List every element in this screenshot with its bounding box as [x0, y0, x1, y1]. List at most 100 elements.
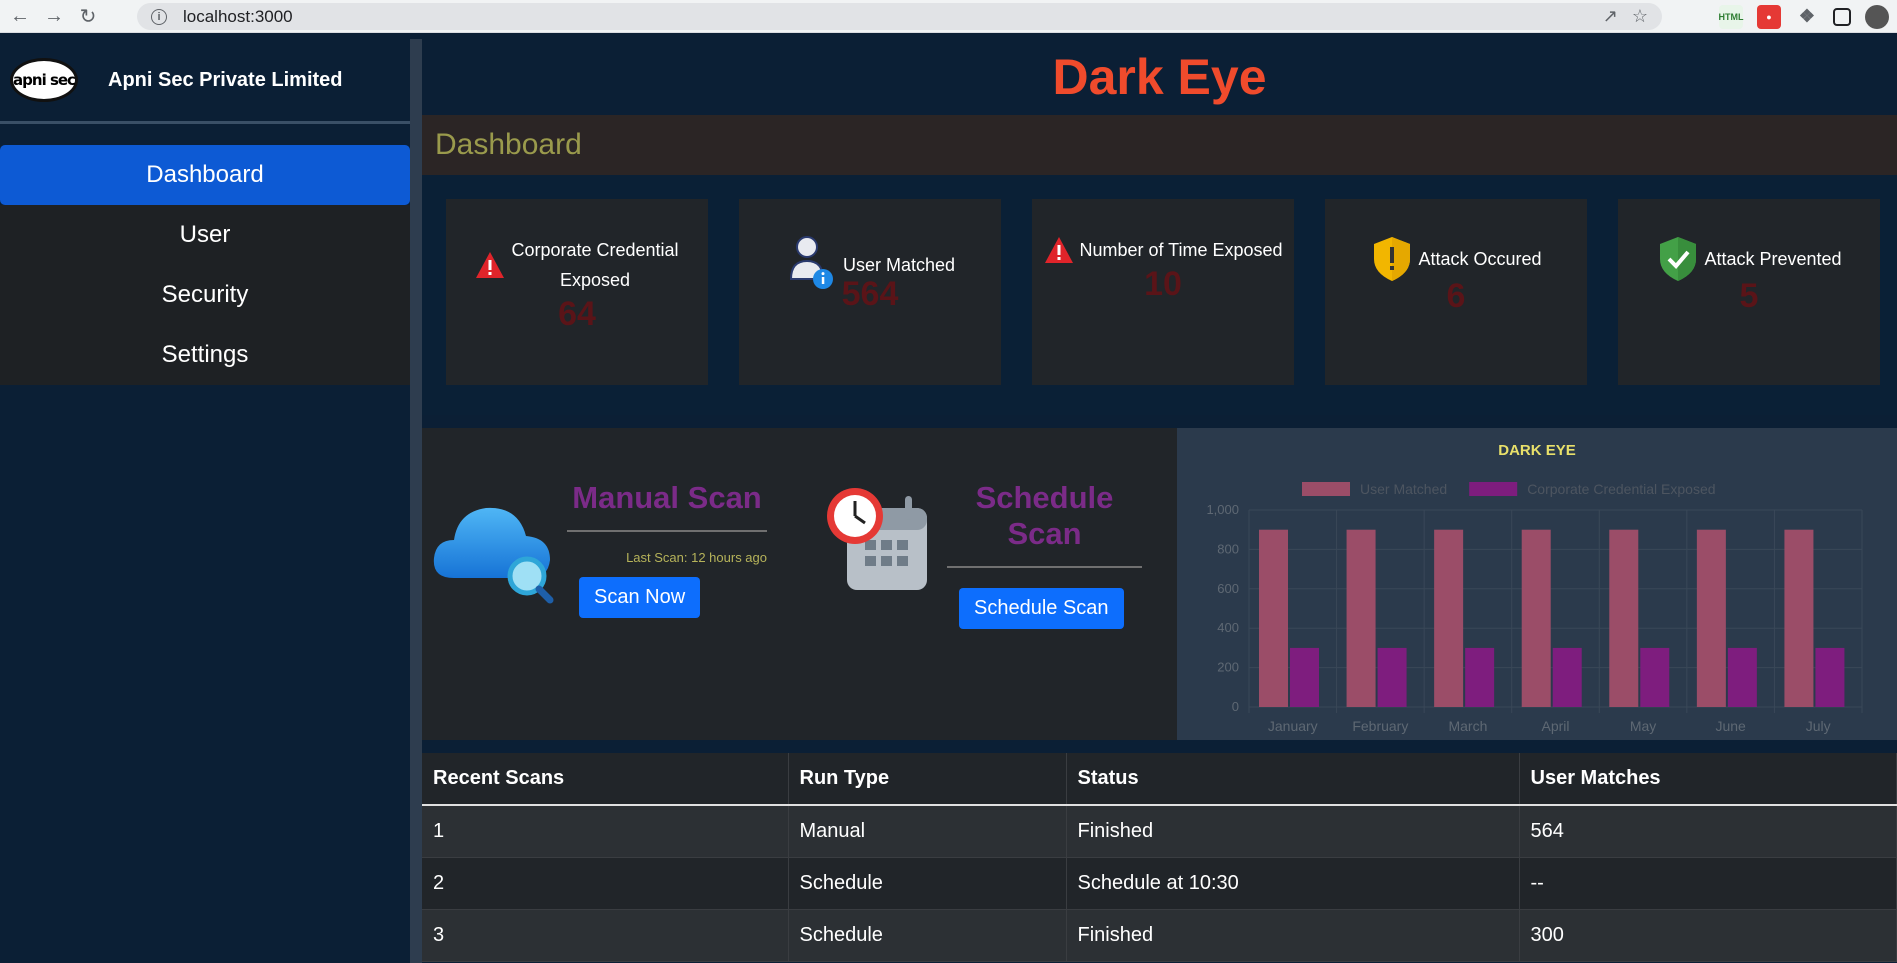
bar: [1727, 647, 1757, 707]
cell-scan-id: 2: [422, 857, 789, 910]
cell-status: Finished: [1066, 805, 1520, 858]
card-user-matched: User Matched 564: [739, 199, 1001, 385]
col-header-status: Status: [1066, 753, 1520, 806]
y-tick-label: 800: [1217, 541, 1239, 556]
address-url: localhost:3000: [183, 6, 293, 26]
shield-check-icon: [1660, 237, 1697, 281]
scan-now-button[interactable]: Scan Now: [579, 577, 701, 618]
recent-scans-table: Recent Scans Run Type Status User Matche…: [422, 753, 1897, 962]
chart-title: DARK EYE: [1498, 442, 1576, 459]
card-value: 64: [558, 295, 596, 333]
cell-scan-id: 3: [422, 909, 789, 962]
manual-scan-block: Manual Scan Last Scan: 12 hours ago Scan…: [567, 480, 767, 618]
bar: [1640, 647, 1670, 707]
last-scan-text: Last Scan: 12 hours ago: [626, 550, 767, 565]
x-tick-label: January: [1268, 718, 1318, 734]
stats-cards: Corporate Credential Exposed 64 User Mat…: [422, 175, 1897, 415]
bar: [1784, 529, 1814, 707]
sidebar-divider: [410, 39, 422, 963]
card-label: Attack Prevented: [1704, 249, 1842, 269]
cell-run-type: Schedule: [788, 909, 1067, 962]
html-extension-icon[interactable]: HTML: [1719, 4, 1744, 29]
cloud-search-icon: [433, 507, 554, 604]
bar: [1465, 647, 1495, 707]
cell-status: Schedule at 10:30: [1066, 857, 1520, 910]
card-credential-exposed: Corporate Credential Exposed 64: [446, 199, 708, 385]
x-tick-label: February: [1352, 718, 1408, 734]
y-tick-label: 1,000: [1206, 502, 1239, 517]
scan-panel: Manual Scan Last Scan: 12 hours ago Scan…: [422, 428, 1177, 740]
browser-toolbar: ← → ↻ i localhost:3000 ↗ ☆ HTML ● ❖: [0, 0, 1897, 33]
bar: [1377, 647, 1407, 707]
y-tick-label: 200: [1217, 660, 1239, 675]
table-row[interactable]: 1 Manual Finished 564: [422, 805, 1897, 858]
sidebar-menu: Dashboard User Security Settings: [0, 145, 410, 385]
app-title: Dark Eye: [1052, 49, 1267, 105]
cell-user-matches: 564: [1519, 805, 1897, 858]
legend-label: Corporate Credential Exposed: [1527, 481, 1715, 497]
bookmark-star-icon[interactable]: ☆: [1632, 6, 1648, 27]
page-title: Dashboard: [435, 128, 582, 161]
bar: [1290, 647, 1319, 707]
address-bar[interactable]: i localhost:3000 ↗ ☆: [137, 3, 1662, 30]
warning-icon: [1045, 237, 1074, 263]
card-value: 10: [1144, 265, 1182, 303]
cell-scan-id: 1: [422, 805, 789, 858]
col-header-run-type: Run Type: [788, 753, 1067, 806]
site-info-icon[interactable]: i: [151, 8, 167, 25]
company-name: Apni Sec Private Limited: [108, 68, 343, 91]
title-bar: Dark Eye: [422, 39, 1897, 115]
x-tick-label: April: [1541, 718, 1569, 734]
manual-scan-title: Manual Scan: [567, 480, 767, 532]
x-tick-label: July: [1806, 718, 1831, 734]
cell-status: Finished: [1066, 909, 1520, 962]
y-tick-label: 600: [1217, 581, 1239, 596]
x-tick-label: March: [1448, 718, 1487, 734]
warning-icon: [476, 252, 504, 278]
extension-red-icon[interactable]: ●: [1757, 4, 1781, 29]
legend-swatch: [1469, 482, 1518, 496]
bar: [1521, 529, 1551, 707]
bar: [1696, 529, 1726, 707]
user-info-icon: [789, 236, 833, 289]
card-value: 564: [841, 275, 899, 313]
extensions-puzzle-icon[interactable]: ❖: [1795, 5, 1819, 29]
share-icon[interactable]: ↗: [1603, 6, 1618, 27]
x-tick-label: May: [1630, 718, 1656, 734]
sidebar-item-user[interactable]: User: [0, 205, 410, 265]
sidebar-item-security[interactable]: Security: [0, 265, 410, 325]
back-icon[interactable]: ←: [6, 2, 34, 30]
chart-panel: DARK EYE User Matched Corporate Credential…: [1177, 428, 1897, 740]
col-header-user-matches: User Matches: [1519, 753, 1897, 806]
card-label: Attack Occured: [1418, 249, 1542, 269]
profile-avatar[interactable]: [1865, 4, 1889, 29]
side-panel-icon[interactable]: [1833, 7, 1851, 26]
bar-chart: DARK EYE User Matched Corporate Credential…: [1206, 442, 1863, 734]
clock-calendar-icon: [827, 488, 927, 590]
bar: [1815, 647, 1845, 707]
col-header-recent-scans: Recent Scans: [422, 753, 789, 806]
schedule-scan-title: Schedule Scan: [947, 480, 1142, 568]
cell-run-type: Schedule: [788, 857, 1067, 910]
brand: apni sec Apni Sec Private Limited: [0, 39, 410, 124]
cell-user-matches: 300: [1519, 909, 1897, 962]
forward-icon[interactable]: →: [40, 2, 68, 30]
main-content: Dark Eye Dashboard Corporate Credential …: [422, 39, 1897, 963]
sidebar-item-dashboard[interactable]: Dashboard: [0, 145, 410, 205]
bar: [1259, 529, 1288, 707]
cell-run-type: Manual: [788, 805, 1067, 858]
table-row[interactable]: 2 Schedule Schedule at 10:30 --: [422, 857, 1897, 910]
legend-label: User Matched: [1360, 481, 1447, 497]
y-tick-label: 400: [1217, 620, 1239, 635]
schedule-scan-button[interactable]: Schedule Scan: [959, 588, 1124, 629]
sidebar-item-settings[interactable]: Settings: [0, 325, 410, 385]
sidebar: apni sec Apni Sec Private Limited Dashbo…: [0, 39, 410, 963]
table-row[interactable]: 3 Schedule Finished 300: [422, 909, 1897, 962]
bar: [1609, 529, 1639, 707]
table-header-row: Recent Scans Run Type Status User Matche…: [422, 753, 1897, 806]
reload-icon[interactable]: ↻: [74, 2, 102, 30]
section-header: Dashboard: [422, 115, 1897, 175]
shield-alert-icon: [1374, 237, 1411, 281]
card-label: Number of Time Exposed: [1079, 240, 1283, 260]
bar: [1434, 529, 1464, 707]
